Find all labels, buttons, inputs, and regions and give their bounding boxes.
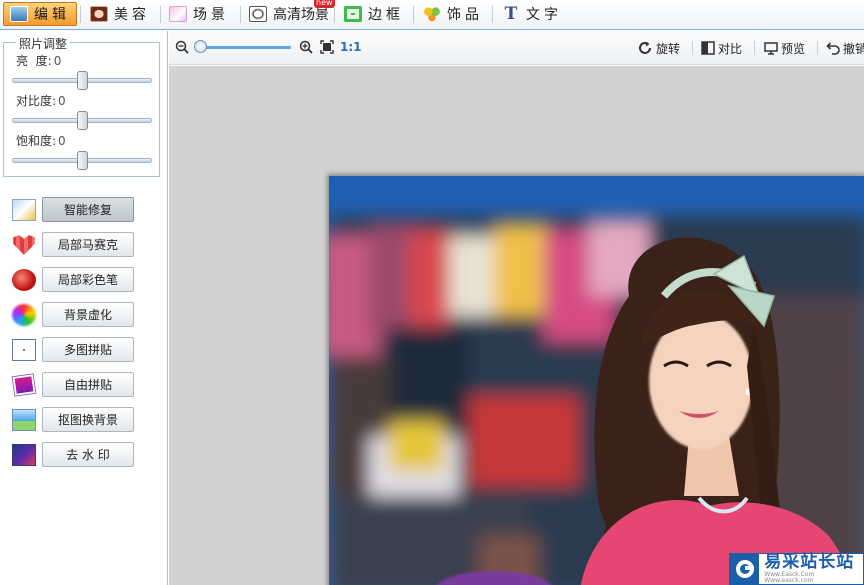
tool-blur-background[interactable]: 背景虚化	[12, 302, 136, 327]
menu-tab-label: 饰品	[447, 7, 483, 23]
contrast-label: 对比度: 0	[16, 94, 66, 108]
menu-divider	[240, 6, 241, 23]
fit-to-window-icon[interactable]	[320, 40, 334, 54]
hd-scene-icon	[249, 6, 267, 22]
menu-tab-edit[interactable]: 编辑	[3, 2, 77, 26]
tool-multi-collage[interactable]: 多图拼贴	[12, 337, 136, 362]
contrast-slider-thumb[interactable]	[77, 111, 88, 130]
tool-mosaic[interactable]: 局部马赛克	[12, 232, 136, 257]
remove-watermark-button[interactable]: 去 水 印	[42, 442, 134, 467]
new-badge: new	[314, 0, 335, 8]
mosaic-icon	[13, 235, 35, 255]
frame-icon	[344, 6, 362, 22]
contrast-value: 0	[58, 94, 66, 108]
saturation-label: 饱和度: 0	[16, 134, 66, 148]
zoom-slider-thumb[interactable]	[193, 40, 207, 53]
rotate-button[interactable]: 旋转	[637, 39, 680, 57]
tool-remove-watermark[interactable]: 去 水 印	[12, 442, 136, 467]
menu-tab-label: 美容	[114, 7, 150, 23]
compare-label: 对比	[718, 41, 743, 56]
smart-fix-button[interactable]: 智能修复	[42, 197, 134, 222]
tool-free-collage[interactable]: 自由拼贴	[11, 372, 136, 397]
portrait-photo-image	[329, 176, 864, 585]
menu-divider	[334, 6, 335, 23]
watermark-subtitle: Www.Easck.Com Www.easck.com	[764, 571, 815, 584]
menu-tab-frame[interactable]: 边框	[338, 2, 410, 26]
toolbar-divider	[692, 41, 693, 55]
multi-collage-icon	[12, 339, 36, 361]
color-pen-button[interactable]: 局部彩色笔	[42, 267, 134, 292]
compare-button[interactable]: 对比	[701, 39, 742, 57]
adjust-group-title: 照片调整	[16, 35, 71, 52]
preview-icon	[764, 42, 778, 55]
scene-icon	[169, 6, 187, 22]
tool-cutout[interactable]: 抠图换背景	[12, 407, 136, 432]
saturation-slider-thumb[interactable]	[77, 151, 88, 170]
mosaic-button[interactable]: 局部马赛克	[42, 232, 134, 257]
free-collage-button[interactable]: 自由拼贴	[42, 372, 134, 397]
menu-divider	[80, 6, 81, 23]
menu-divider	[413, 6, 414, 23]
free-collage-icon	[11, 373, 37, 397]
beauty-face-icon	[90, 6, 108, 22]
tool-color-pen[interactable]: 局部彩色笔	[12, 267, 136, 292]
menu-tab-label: 文字	[526, 7, 562, 23]
menu-tab-text[interactable]: T 文字	[496, 2, 568, 26]
multi-collage-button[interactable]: 多图拼贴	[42, 337, 134, 362]
cutout-icon	[12, 409, 36, 431]
editing-canvas[interactable]	[169, 66, 864, 585]
cutout-button[interactable]: 抠图换背景	[42, 407, 134, 432]
left-tool-panel: 照片调整 亮 度: 0 对比度: 0 饱和度: 0 智能修复 局部马赛克 局部彩色笔 …	[0, 31, 168, 585]
zoom-out-icon[interactable]	[175, 40, 189, 54]
toolbar-divider	[754, 41, 755, 55]
color-pen-icon	[12, 269, 36, 291]
main-menu-bar: 编辑 美容 场景 高清场景 new 边框 饰品 T 文字	[0, 0, 864, 30]
site-watermark: 易采站长站 Www.Easck.Com Www.easck.com	[729, 553, 864, 585]
text-icon: T	[504, 4, 518, 24]
editor-toolbar: 1:1 旋转 对比 预览 撤销	[169, 31, 864, 65]
brightness-label: 亮 度: 0	[16, 54, 62, 68]
zoom-ratio-button[interactable]: 1:1	[340, 40, 362, 54]
toolbar-divider	[817, 41, 818, 55]
brightness-value: 0	[53, 54, 62, 68]
watermark-title: 易采站长站	[764, 552, 855, 572]
menu-tab-scene[interactable]: 场景	[163, 2, 235, 26]
undo-label: 撤销	[843, 41, 864, 56]
photo-adjust-group: 照片调整 亮 度: 0 对比度: 0 饱和度: 0	[3, 35, 160, 177]
accessory-icon	[423, 6, 441, 22]
zoom-slider[interactable]	[195, 46, 291, 49]
undo-icon	[826, 42, 840, 55]
compare-icon	[701, 41, 715, 55]
menu-divider	[492, 6, 493, 23]
menu-tab-label: 场景	[193, 7, 229, 23]
saturation-value: 0	[58, 134, 66, 148]
rotate-label: 旋转	[656, 41, 681, 56]
rotate-icon	[639, 41, 651, 54]
menu-tab-beauty[interactable]: 美容	[84, 2, 156, 26]
preview-label: 预览	[781, 41, 806, 56]
menu-tab-label: 边框	[368, 7, 404, 23]
undo-button[interactable]: 撤销	[826, 39, 864, 57]
blur-background-button[interactable]: 背景虚化	[42, 302, 134, 327]
tool-smart-fix[interactable]: 智能修复	[12, 197, 136, 222]
remove-watermark-icon	[12, 444, 36, 466]
easck-logo	[730, 554, 760, 584]
menu-tab-accessory[interactable]: 饰品	[417, 2, 489, 26]
blur-background-icon	[12, 304, 36, 326]
e-logo-icon	[735, 560, 754, 578]
edited-photo[interactable]	[329, 176, 864, 585]
zoom-in-icon[interactable]	[299, 40, 313, 54]
brightness-slider-thumb[interactable]	[77, 71, 88, 90]
preview-button[interactable]: 预览	[764, 39, 805, 57]
edit-photo-icon	[10, 6, 28, 22]
smart-fix-icon	[12, 199, 36, 221]
menu-divider	[160, 6, 161, 23]
menu-tab-label: 编辑	[34, 7, 70, 23]
